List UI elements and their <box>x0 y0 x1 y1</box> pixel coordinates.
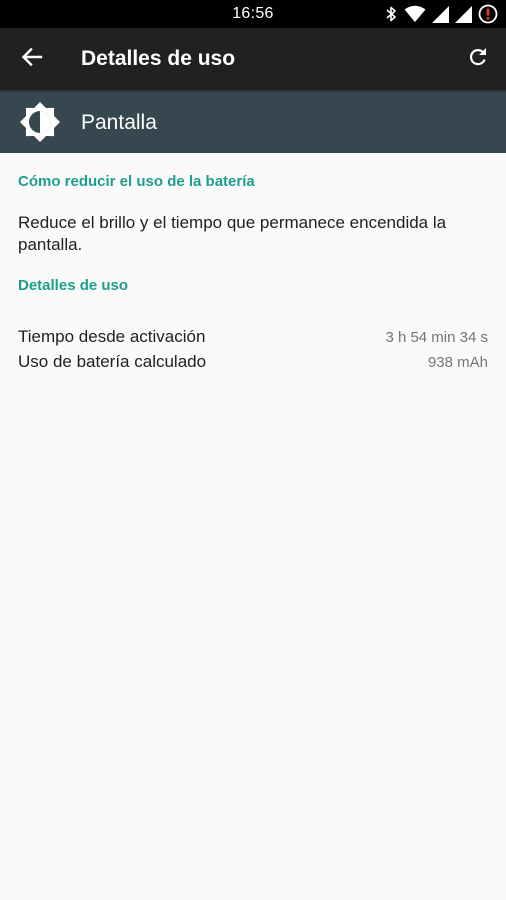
page-title: Detalles de uso <box>81 47 236 70</box>
app-name: Pantalla <box>81 111 157 134</box>
signal-icon <box>455 5 472 23</box>
brightness-icon <box>18 100 62 144</box>
section-title-details: Detalles de uso <box>18 277 129 294</box>
detail-row-time: Tiempo desde activación 3 h 54 min 34 s <box>18 327 488 351</box>
detail-value: 3 h 54 min 34 s <box>385 329 488 346</box>
detail-label: Tiempo desde activación <box>18 327 206 346</box>
status-bar: 16:56 <box>0 0 506 28</box>
detail-row-battery: Uso de batería calculado 938 mAh <box>18 352 488 376</box>
refresh-icon <box>467 46 489 73</box>
status-icons <box>384 4 498 24</box>
back-button[interactable] <box>10 37 54 81</box>
detail-label: Uso de batería calculado <box>18 352 207 371</box>
battery-alert-icon <box>478 4 498 24</box>
detail-value: 938 mAh <box>427 354 488 371</box>
section-title-tips: Cómo reducir el uso de la batería <box>18 173 255 190</box>
signal-icon <box>432 5 449 23</box>
arrow-back-icon <box>21 46 43 73</box>
app-header: Pantalla <box>0 90 506 153</box>
wifi-icon <box>404 5 426 23</box>
bluetooth-icon <box>384 5 398 23</box>
toolbar: Detalles de uso <box>0 28 506 90</box>
refresh-button[interactable] <box>456 37 500 81</box>
tip-text: Reduce el brillo y el tiempo que permane… <box>18 213 447 254</box>
